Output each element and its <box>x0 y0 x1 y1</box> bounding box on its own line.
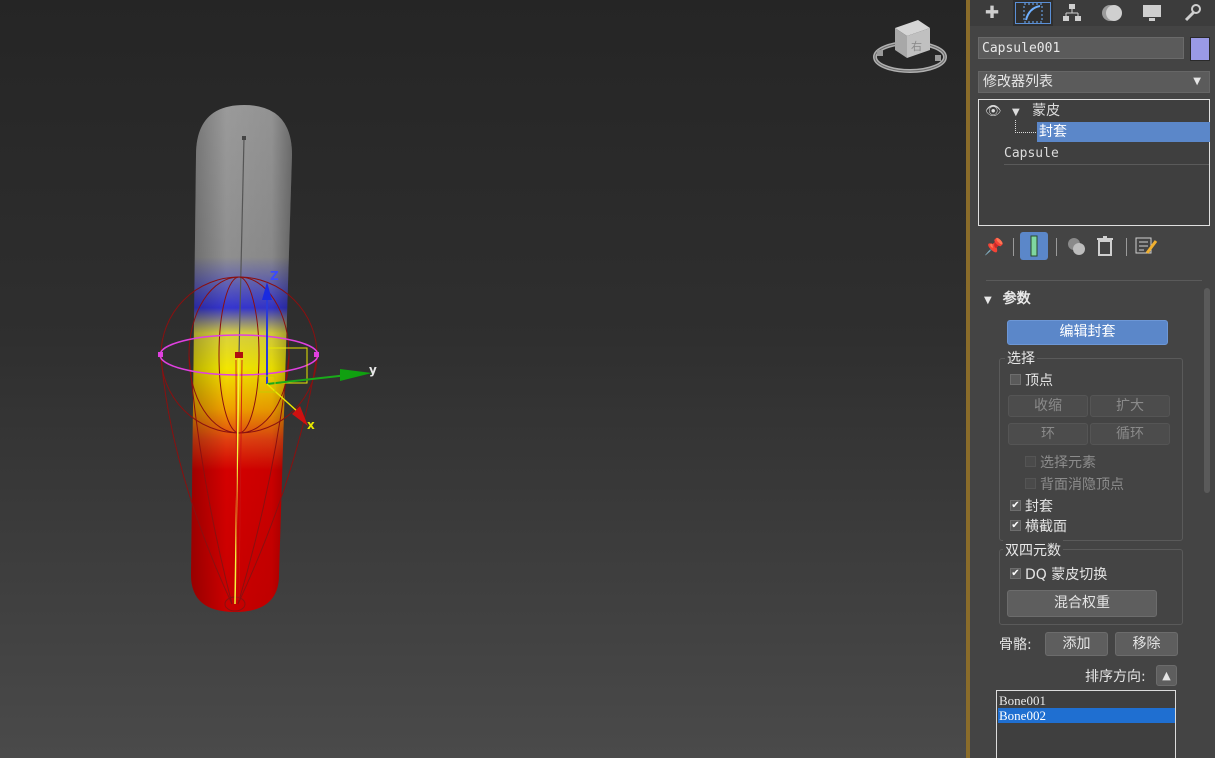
motion-icon[interactable] <box>1092 0 1132 26</box>
parameters-rollout-header[interactable]: ▼ 参数 <box>978 288 1204 310</box>
chevron-down-icon: ▼ <box>1193 76 1201 87</box>
divider <box>986 280 1202 281</box>
dq-toggle-checkbox[interactable]: ✔ <box>1010 568 1021 579</box>
envelopes-checkbox[interactable]: ✔ <box>1010 500 1021 511</box>
eye-icon[interactable]: 👁 <box>985 104 1002 119</box>
list-item[interactable]: Bone002 <box>998 708 1175 723</box>
select-element-label: 选择元素 <box>1040 455 1096 471</box>
sort-order-label: 排序方向: <box>1085 669 1146 685</box>
create-plus-icon[interactable]: ✚ <box>972 0 1012 26</box>
bone001-pivot <box>242 136 246 140</box>
make-unique-icon[interactable] <box>1062 232 1090 260</box>
vertices-checkbox[interactable] <box>1010 374 1021 385</box>
expand-triangle-icon[interactable]: ▼ <box>1012 107 1020 118</box>
display-icon[interactable] <box>1132 0 1172 26</box>
backface-cull-checkbox[interactable] <box>1025 478 1036 489</box>
modifier-list-dropdown[interactable]: 修改器列表 ▼ <box>978 71 1210 93</box>
axis-label-x: x <box>307 418 315 432</box>
sort-up-button[interactable]: ▲ <box>1156 665 1177 686</box>
viewcube[interactable]: 右 <box>873 20 947 73</box>
tree-connector <box>1015 120 1038 133</box>
command-panel-tabs: ✚ <box>970 0 1215 26</box>
separator <box>1126 238 1127 256</box>
envelopes-label: 封套 <box>1025 499 1053 515</box>
stack-toolbar: 📌 <box>978 232 1210 262</box>
viewcube-face-label: 右 <box>911 39 922 53</box>
remove-bone-button[interactable]: 移除 <box>1115 632 1178 656</box>
add-bone-button[interactable]: 添加 <box>1045 632 1108 656</box>
bones-listbox[interactable]: Bone001 Bone002 <box>996 690 1176 758</box>
vertices-label: 顶点 <box>1025 373 1053 389</box>
object-color-swatch[interactable] <box>1190 37 1210 61</box>
edit-envelopes-button[interactable]: 编辑封套 <box>1007 320 1168 345</box>
stack-item-skin[interactable]: 👁 ▼ 蒙皮 <box>985 101 1060 121</box>
cross-sections-checkbox[interactable]: ✔ <box>1010 520 1021 531</box>
selection-group-label: 选择 <box>1005 348 1037 368</box>
trash-icon[interactable] <box>1091 232 1119 260</box>
select-element-checkbox[interactable] <box>1025 456 1036 467</box>
stack-item-capsule[interactable]: Capsule <box>1004 144 1209 165</box>
cross-section-handle[interactable] <box>314 352 319 357</box>
pin-stack-icon[interactable]: 📌 <box>980 232 1008 260</box>
backface-cull-label: 背面消隐顶点 <box>1040 477 1124 493</box>
object-name-field[interactable] <box>978 37 1184 59</box>
dual-quaternion-label: 双四元数 <box>1003 540 1063 560</box>
hierarchy-icon[interactable] <box>1052 0 1092 26</box>
ring-button[interactable]: 环 <box>1008 423 1088 445</box>
command-panel: ✚ 修改器列表 ▼ 👁 ▼ 蒙皮 封套 Capsule 📌 <box>970 0 1215 758</box>
stack-item-label: 蒙皮 <box>1032 103 1061 119</box>
modifier-list-label: 修改器列表 <box>983 74 1053 90</box>
cross-section-handle[interactable] <box>158 352 163 357</box>
shrink-button[interactable]: 收缩 <box>1008 395 1088 417</box>
perspective-viewport[interactable]: Z y x 右 <box>0 0 966 758</box>
rollout-title: 参数 <box>1002 291 1031 307</box>
modifier-stack[interactable]: 👁 ▼ 蒙皮 封套 Capsule <box>978 99 1210 226</box>
stack-item-envelope[interactable]: 封套 <box>1037 122 1210 142</box>
configure-modifier-sets-icon[interactable] <box>1132 232 1160 260</box>
capsule-object[interactable] <box>191 105 292 612</box>
separator <box>1056 238 1057 256</box>
grow-button[interactable]: 扩大 <box>1090 395 1170 417</box>
axis-label-z: Z <box>270 269 279 283</box>
list-item[interactable]: Bone001 <box>998 693 1175 708</box>
loop-button[interactable]: 循环 <box>1090 423 1170 445</box>
panel-scrollbar[interactable] <box>1204 288 1210 493</box>
separator <box>1013 238 1014 256</box>
collapse-triangle-icon: ▼ <box>984 295 992 306</box>
bones-label: 骨骼: <box>999 637 1032 653</box>
modify-icon[interactable] <box>1013 0 1053 26</box>
viewport-scene: Z y x 右 <box>158 20 947 612</box>
dq-toggle-label: DQ 蒙皮切换 <box>1025 567 1108 583</box>
show-end-result-icon[interactable] <box>1020 232 1048 260</box>
axis-label-y: y <box>369 363 377 377</box>
envelope-start-point[interactable] <box>235 352 243 358</box>
blend-weights-button[interactable]: 混合权重 <box>1007 590 1157 617</box>
cross-sections-label: 横截面 <box>1025 519 1067 535</box>
triangle-up-icon: ▲ <box>1162 669 1171 682</box>
utilities-wrench-icon[interactable] <box>1172 0 1212 26</box>
